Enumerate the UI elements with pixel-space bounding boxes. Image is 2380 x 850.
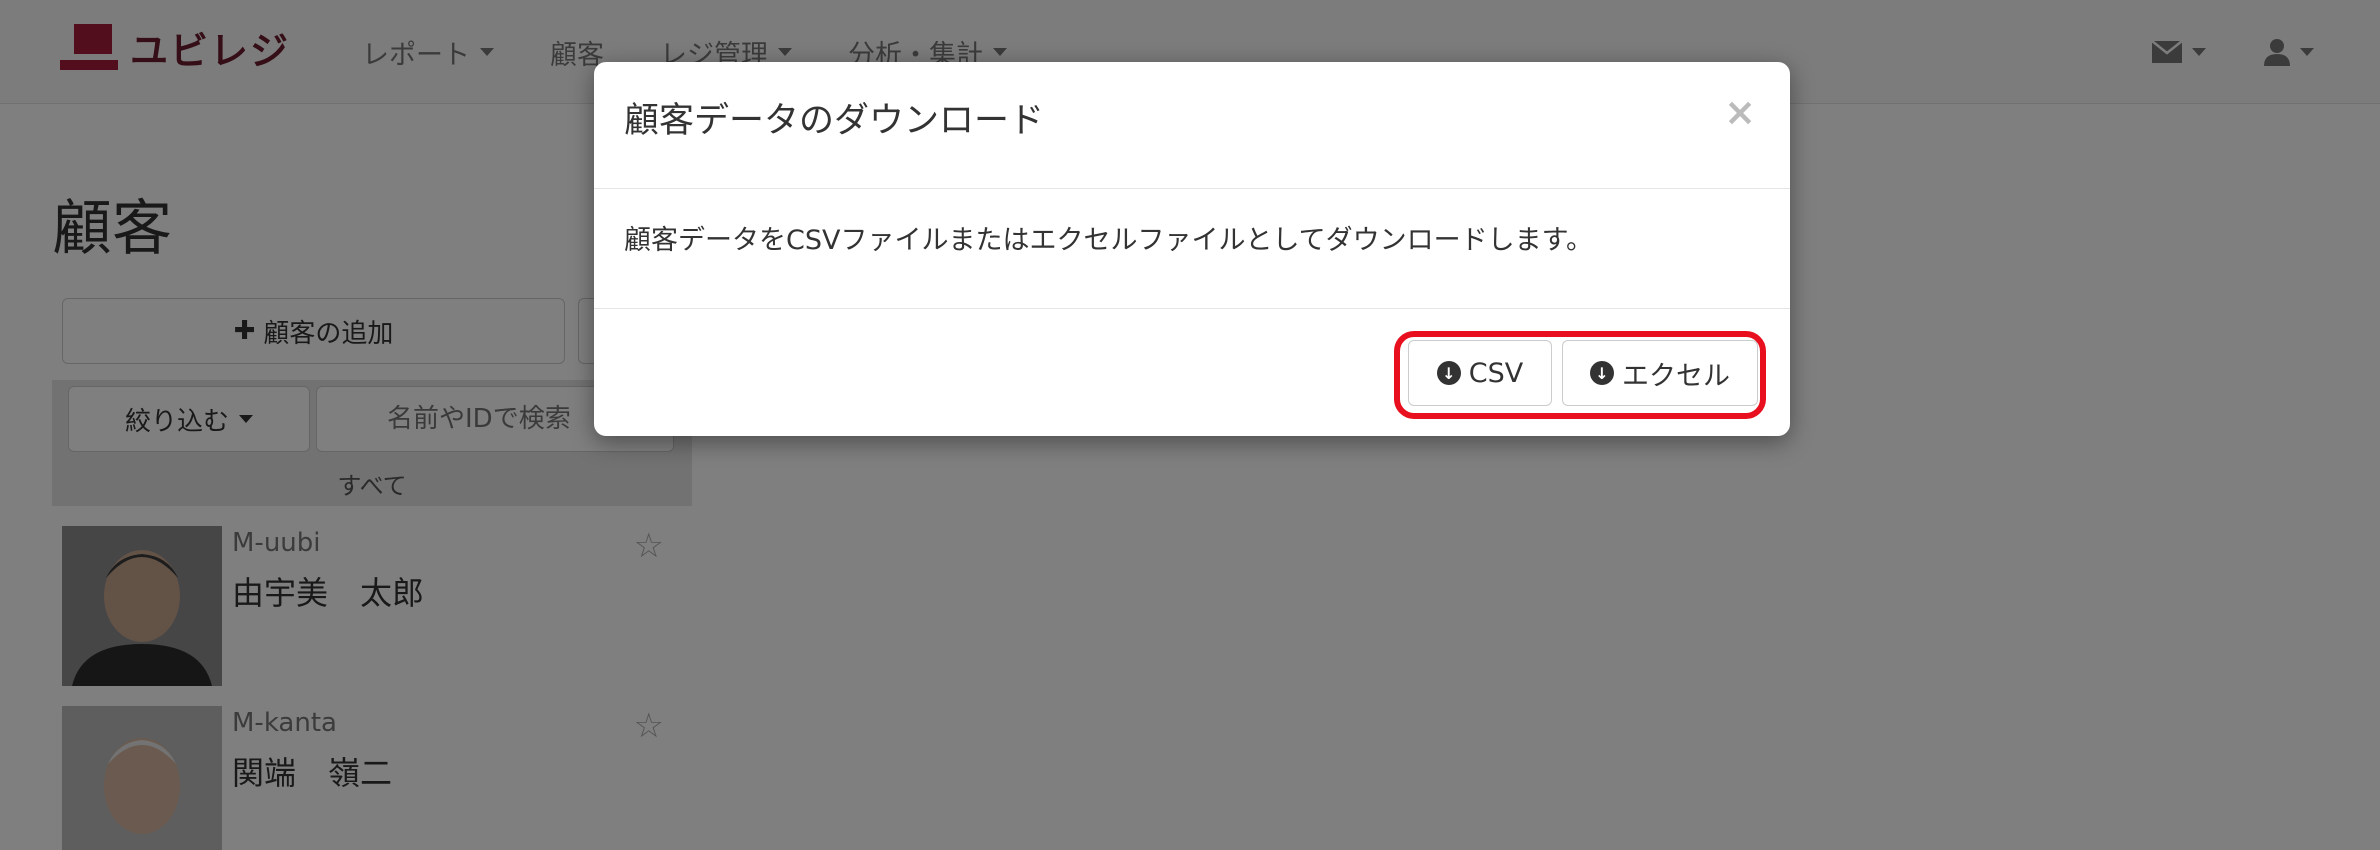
download-icon: ↓: [1436, 361, 1461, 385]
modal-title: 顧客データのダウンロード: [624, 101, 1045, 141]
modal-header: 顧客データのダウンロード ×: [594, 62, 1790, 189]
download-excel-button[interactable]: ↓ エクセル: [1562, 340, 1758, 406]
download-csv-button[interactable]: ↓ CSV: [1408, 340, 1552, 406]
modal-body-text: 顧客データをCSVファイルまたはエクセルファイルとしてダウンロードします。: [624, 225, 1593, 256]
download-modal: 顧客データのダウンロード × 顧客データをCSVファイルまたはエクセルファイルと…: [594, 62, 1790, 436]
download-icon: ↓: [1590, 361, 1614, 385]
modal-footer: ↓ CSV ↓ エクセル: [594, 308, 1790, 436]
close-icon[interactable]: ×: [1724, 90, 1756, 134]
